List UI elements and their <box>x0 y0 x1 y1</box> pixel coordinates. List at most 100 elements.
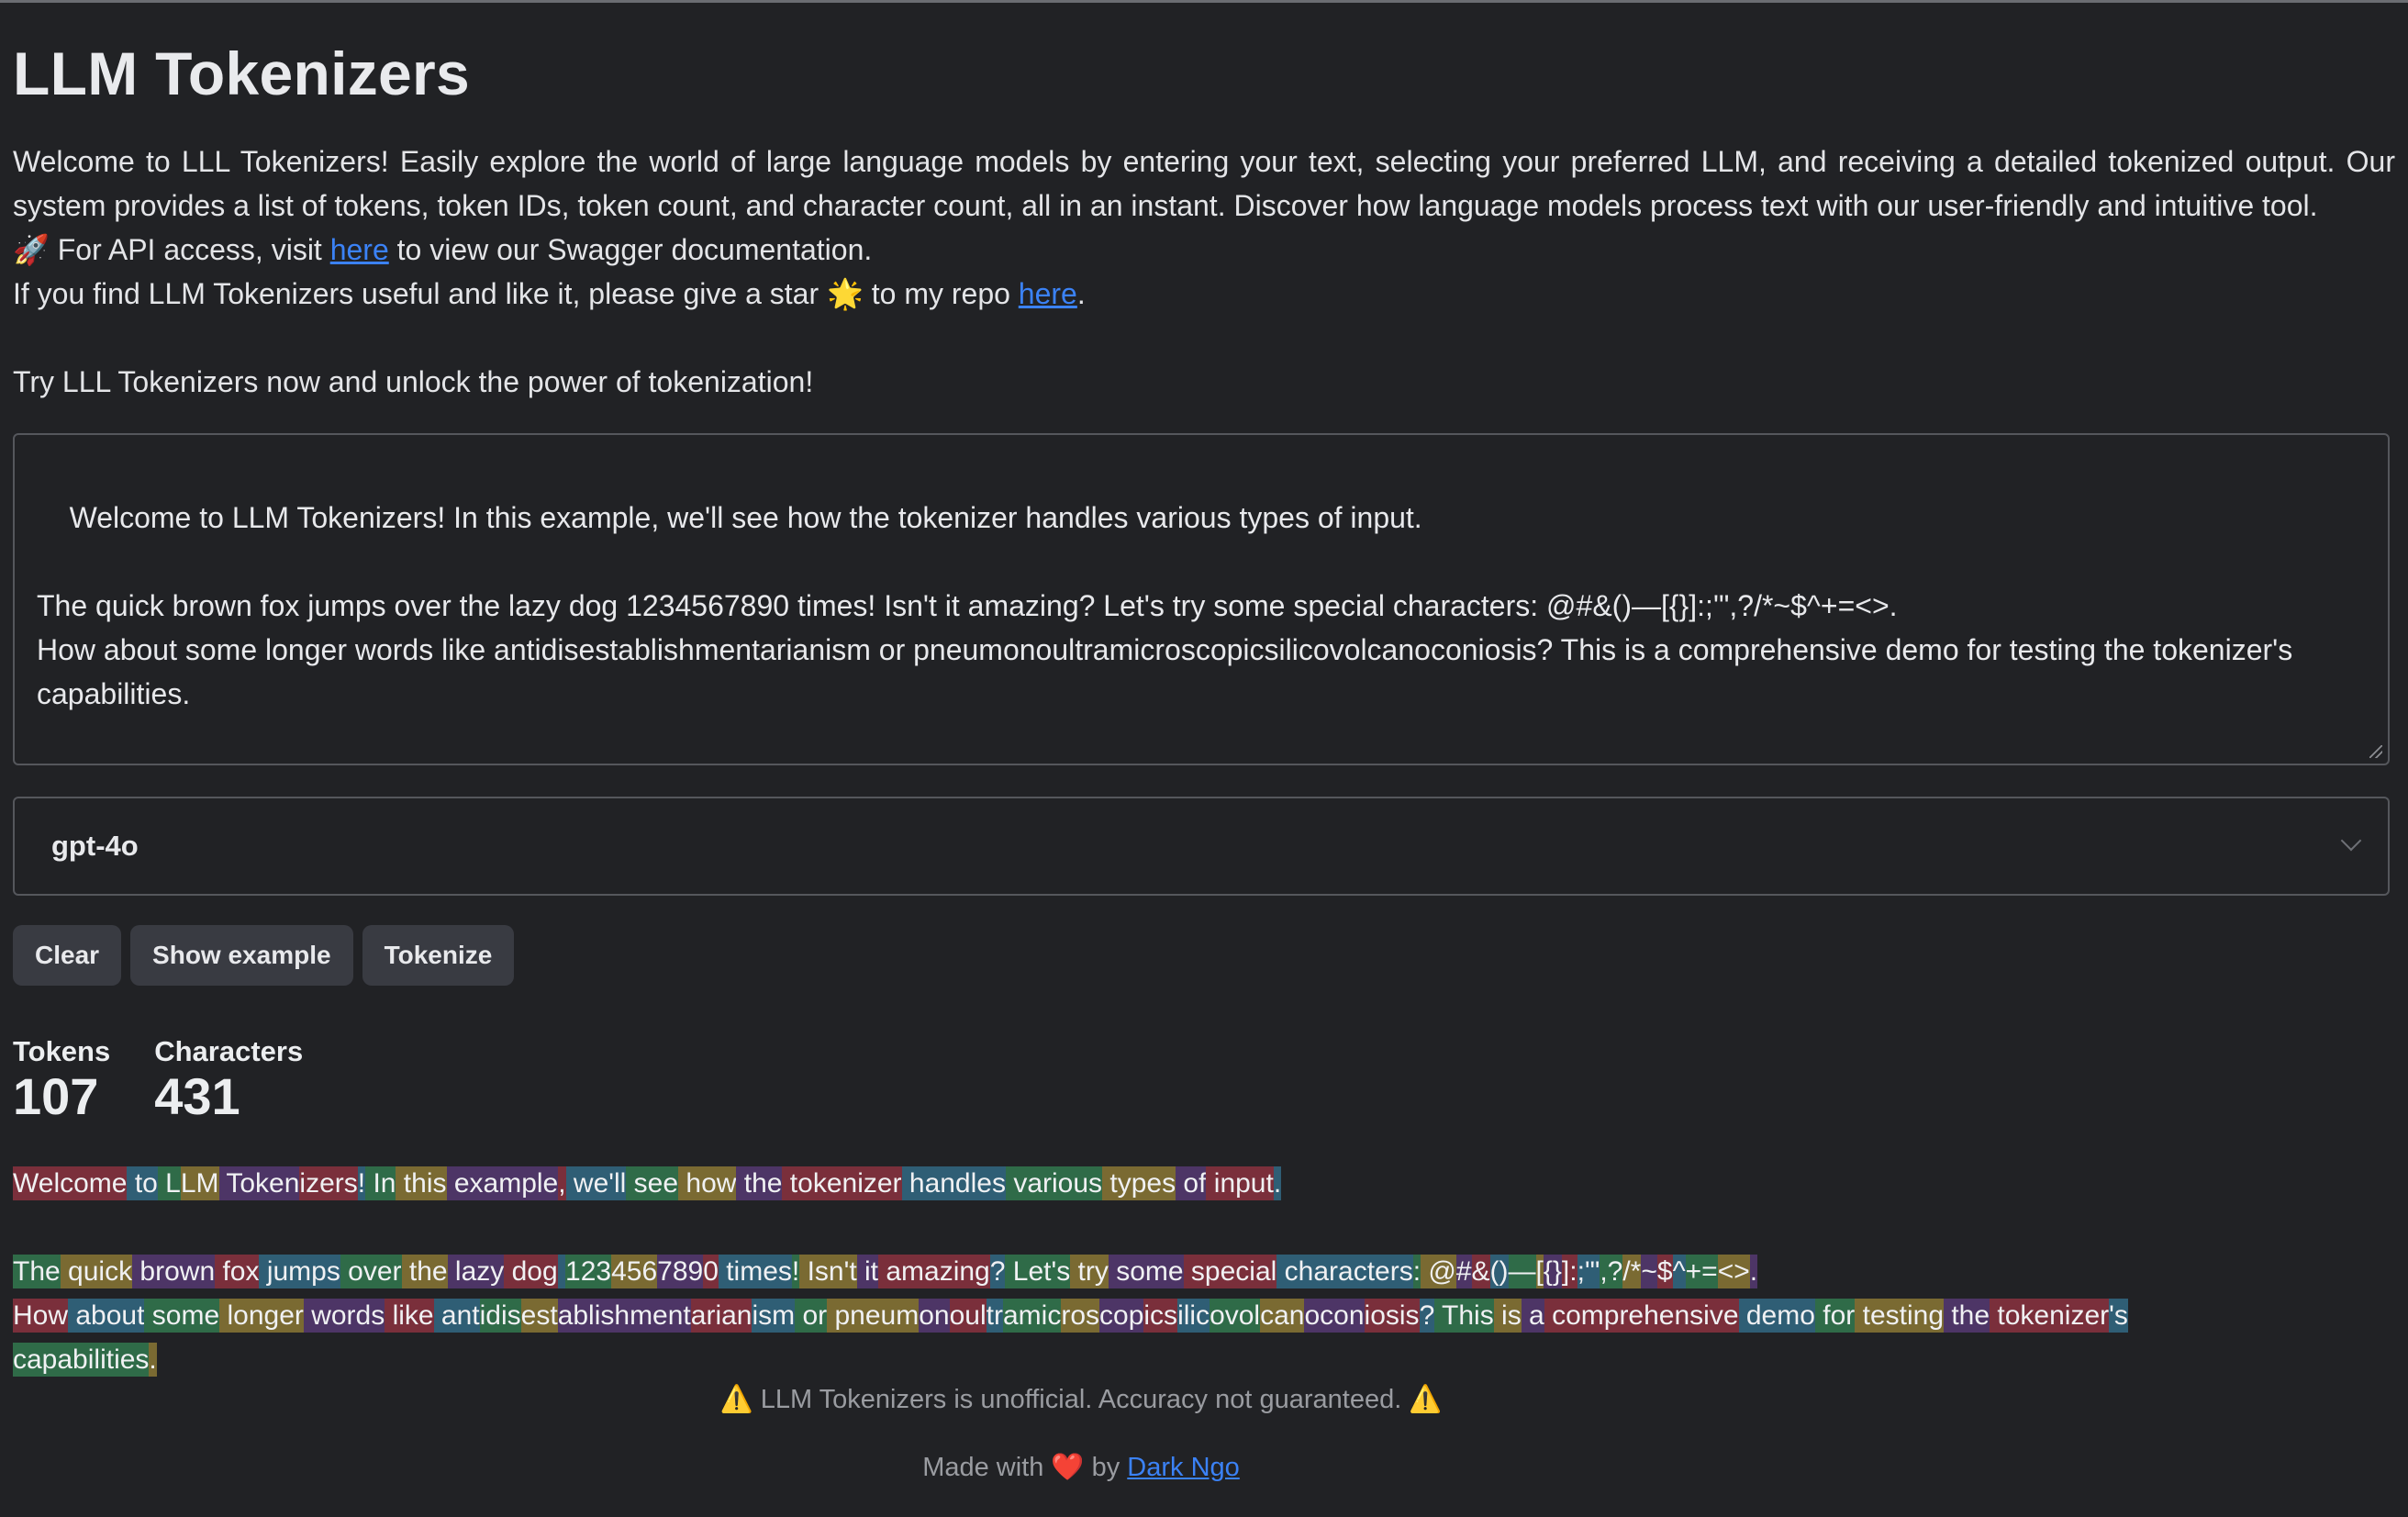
token: this <box>396 1166 447 1200</box>
token: , <box>558 1166 566 1200</box>
repo-link[interactable]: here <box>1019 277 1077 310</box>
token: example <box>446 1166 559 1200</box>
made-with-prefix: Made with ❤️ by <box>922 1453 1128 1482</box>
char-count-label: Characters <box>154 1035 304 1067</box>
token: try <box>1070 1255 1109 1288</box>
token: the <box>401 1255 448 1288</box>
token: is <box>1493 1299 1522 1333</box>
token-count-value: 107 <box>13 1067 99 1125</box>
token: it <box>856 1255 879 1288</box>
token: amazing <box>878 1255 990 1288</box>
token: capabilities <box>13 1343 150 1377</box>
token: /* <box>1622 1255 1642 1288</box>
token: 0 <box>703 1255 719 1288</box>
token: can <box>1260 1299 1305 1333</box>
token <box>557 1255 566 1288</box>
token: how <box>678 1166 737 1200</box>
input-textarea[interactable]: Welcome to LLM Tokenizers! In this examp… <box>13 433 2390 765</box>
api-docs-link[interactable]: here <box>330 233 389 266</box>
token: ;'" <box>1577 1255 1600 1288</box>
token: Let's <box>1005 1255 1071 1288</box>
token: . <box>1273 1166 1282 1200</box>
token: & <box>1471 1255 1490 1288</box>
token-output: Welcome to LLM Tokenizers! In this examp… <box>13 1162 2395 1382</box>
token: cop <box>1099 1299 1144 1333</box>
token: () <box>1489 1255 1509 1288</box>
token: How <box>13 1299 69 1333</box>
clear-button[interactable]: Clear <box>13 925 122 986</box>
token: ? <box>1419 1299 1435 1333</box>
input-text: Welcome to LLM Tokenizers! In this examp… <box>37 501 2293 710</box>
token: ~ <box>1641 1255 1657 1288</box>
token: pneum <box>827 1299 920 1333</box>
token: testing <box>1855 1299 1945 1333</box>
token: words <box>303 1299 385 1333</box>
token: 789 <box>657 1255 704 1288</box>
token: 456 <box>611 1255 658 1288</box>
token: . <box>149 1343 157 1377</box>
show-example-button[interactable]: Show example <box>130 925 353 986</box>
token: types <box>1102 1166 1176 1200</box>
author-link[interactable]: Dark Ngo <box>1127 1453 1240 1482</box>
token: [ <box>1535 1255 1544 1288</box>
token: ,? <box>1600 1255 1623 1288</box>
token: In <box>365 1166 396 1200</box>
token: # <box>1455 1255 1472 1288</box>
token: L <box>157 1166 181 1200</box>
token: for <box>1814 1299 1856 1333</box>
star-suffix: . <box>1076 277 1086 310</box>
token: The <box>13 1255 61 1288</box>
disclaimer: ⚠️ LLM Tokenizers is unofficial. Accurac… <box>719 1385 1443 1414</box>
token: . <box>1749 1255 1758 1288</box>
token: jumps <box>259 1255 340 1288</box>
model-select[interactable]: gpt-4o <box>13 797 2390 896</box>
model-selected-value: gpt-4o <box>51 830 139 862</box>
intro: Welcome to LLL Tokenizers! Easily explor… <box>13 139 2395 404</box>
token: <> <box>1717 1255 1750 1288</box>
token: $ <box>1656 1255 1673 1288</box>
token: we'll <box>565 1166 627 1200</box>
token: fox <box>215 1255 260 1288</box>
token-count-label: Tokens <box>13 1035 111 1067</box>
token: ? <box>989 1255 1006 1288</box>
api-suffix: to view our Swagger documentation. <box>388 233 873 266</box>
token: comprehensive <box>1544 1299 1739 1333</box>
token: or <box>795 1299 828 1333</box>
token: ovol <box>1210 1299 1261 1333</box>
token: += <box>1685 1255 1718 1288</box>
token: some <box>144 1299 220 1333</box>
token: over <box>340 1255 402 1288</box>
token: izers <box>299 1166 358 1200</box>
token: ! <box>357 1166 366 1200</box>
token: tokenizer <box>782 1166 902 1200</box>
token: like <box>385 1299 434 1333</box>
token: input <box>1206 1166 1274 1200</box>
cta-text: Try LLL Tokenizers now and unlock the po… <box>13 365 814 398</box>
star-prefix: If you find LLM Tokenizers useful and li… <box>13 277 1019 310</box>
token: of <box>1176 1166 1207 1200</box>
token: tr <box>986 1299 1003 1333</box>
token: @ <box>1421 1255 1456 1288</box>
token: ^ <box>1672 1255 1686 1288</box>
action-buttons: Clear Show example Tokenize <box>13 925 515 986</box>
token: characters <box>1276 1255 1413 1288</box>
resize-handle-icon[interactable] <box>2369 745 2382 758</box>
token: various <box>1005 1166 1103 1200</box>
token: quick <box>60 1255 133 1288</box>
token: ism <box>752 1299 796 1333</box>
token: a <box>1521 1299 1544 1333</box>
chevron-down-icon <box>2340 830 2362 852</box>
token: LM <box>180 1166 219 1200</box>
token: demo <box>1738 1299 1815 1333</box>
star-line: If you find LLM Tokenizers useful and li… <box>13 272 2395 316</box>
intro-paragraph: Welcome to LLL Tokenizers! Easily explor… <box>13 145 2395 222</box>
api-prefix: 🚀 For API access, visit <box>13 233 330 266</box>
token: ]: <box>1561 1255 1577 1288</box>
token: idis <box>479 1299 521 1333</box>
tokenize-button[interactable]: Tokenize <box>362 925 515 986</box>
token: special <box>1183 1255 1277 1288</box>
made-with: Made with ❤️ by Dark Ngo <box>13 1452 2149 1483</box>
stats: Tokens 107 Characters 431 <box>13 1033 303 1123</box>
token: ics <box>1143 1299 1178 1333</box>
